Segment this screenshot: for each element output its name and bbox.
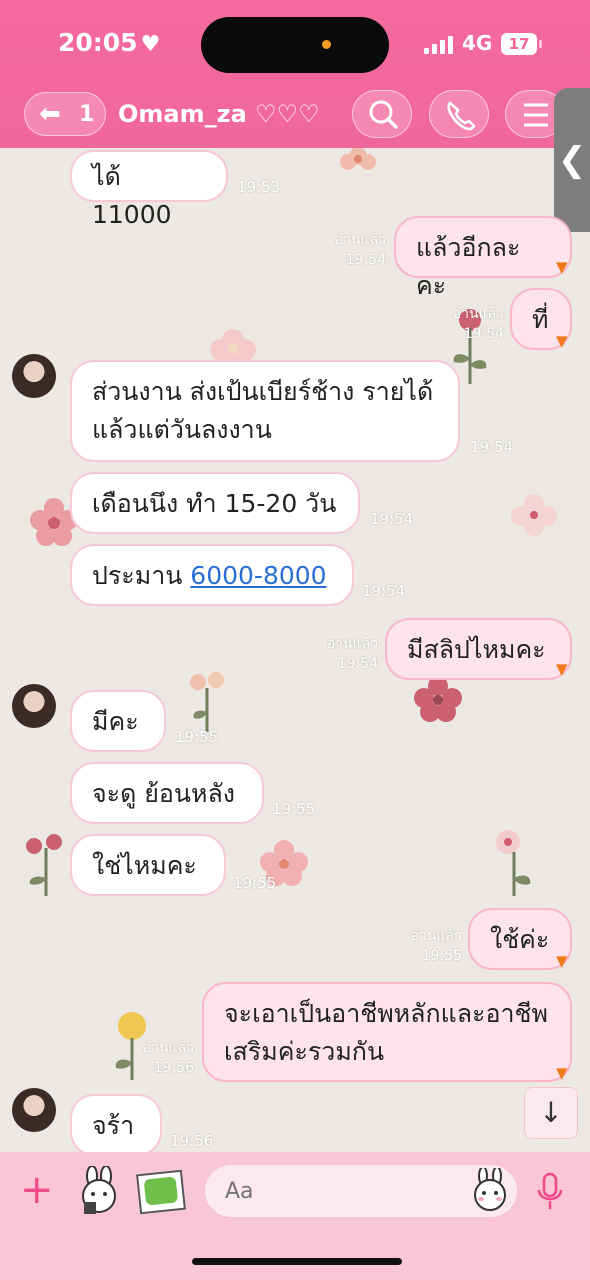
recording-dot-icon (322, 40, 331, 49)
message-bubble-incoming[interactable]: ใช่ไหมคะ (70, 834, 226, 896)
message-bubble-incoming[interactable]: จะดู ย้อนหลัง (70, 762, 264, 824)
carrot-icon: ▼ (556, 1064, 568, 1082)
flower-decoration-icon (340, 148, 376, 170)
message-text-line: จะเอาเป็นอาชีพหลักและอาชีพ (224, 999, 548, 1028)
read-receipt: อ่านแล้ว 19:56 (124, 1038, 194, 1078)
back-button[interactable]: ⬅ 1 (24, 92, 106, 136)
call-button[interactable] (429, 90, 489, 138)
battery-icon: 17 (501, 33, 542, 55)
phone-icon (447, 101, 476, 131)
message-bubble-incoming[interactable]: เดือนนึง ทำ 15-20 วัน (70, 472, 360, 534)
flower-decoration-icon (496, 830, 531, 896)
message-text-line: เสริมค่ะรวมกัน (224, 1037, 385, 1066)
message-text-line: แล้วแต่วันลงงาน (92, 415, 272, 444)
read-receipt-text: อ่านแล้ว (326, 636, 378, 652)
dynamic-island (201, 17, 389, 73)
avatar[interactable] (12, 684, 56, 728)
signal-icon (424, 36, 456, 54)
message-bubble-incoming[interactable]: มีคะ (70, 690, 166, 752)
message-bubble-outgoing[interactable]: มีสลิปไหมคะ (385, 618, 572, 680)
read-receipt-text: อ่านแล้ว (142, 1040, 194, 1056)
back-arrow-icon: ⬅ (39, 99, 61, 129)
flower-decoration-icon (414, 676, 462, 722)
arrow-down-icon: ↓ (539, 1096, 563, 1129)
home-indicator (192, 1258, 402, 1265)
read-receipt: อ่านแล้ว 19:54 (432, 304, 504, 344)
message-time: 19:55 (233, 874, 277, 892)
message-time: 19:54 (345, 252, 386, 268)
emoji-icon[interactable] (468, 1168, 512, 1212)
plus-button[interactable]: + (20, 1168, 54, 1212)
phone-number-link[interactable]: 6000-8000 (190, 561, 326, 590)
flower-decoration-icon (190, 672, 224, 732)
scroll-down-button[interactable]: ↓ (524, 1087, 578, 1139)
message-time: 19:54 (370, 510, 414, 528)
avatar[interactable] (12, 1088, 56, 1132)
carrot-icon: ▼ (556, 660, 568, 678)
avatar[interactable] (12, 354, 56, 398)
message-time: 19:55 (421, 948, 462, 964)
network-type: 4G (462, 31, 493, 55)
message-text-line: ส่วนงาน ส่งเป้นเบียร์ช้าง รายได้ (92, 377, 434, 406)
unread-count: 1 (79, 102, 95, 127)
read-receipt: อ่านแล้ว 19:54 (316, 230, 386, 270)
read-receipt-text: อ่านแล้ว (452, 306, 504, 322)
photo-icon[interactable] (136, 1169, 186, 1215)
carrot-icon: ▼ (556, 332, 568, 350)
read-receipt: อ่านแล้ว 19:55 (390, 926, 462, 966)
message-time: 19:56 (170, 1132, 214, 1150)
search-icon (369, 100, 398, 129)
message-bubble-incoming[interactable]: ได้ 11000 (70, 150, 228, 229)
search-button[interactable] (352, 90, 412, 138)
read-receipt: อ่านแล้ว 19:54 (306, 634, 378, 674)
message-text: ประมาน (92, 561, 183, 590)
chat-header: 20:05 ♥ 4G 17 ⬅ 1 Omam_za ♡♡♡ (0, 0, 590, 148)
status-bar: 20:05 ♥ 4G 17 (0, 0, 590, 88)
carrot-icon: ▼ (556, 952, 568, 970)
message-time: 19:54 (362, 582, 406, 600)
flower-decoration-icon (26, 834, 62, 896)
message-bubble-incoming[interactable]: ส่วนงาน ส่งเป้นเบียร์ช้าง รายได้ แล้วแต่… (70, 360, 460, 462)
message-time: 19:54 (337, 656, 378, 672)
chat-title[interactable]: Omam_za ♡♡♡ (118, 100, 320, 128)
microphone-icon[interactable] (534, 1172, 566, 1212)
status-time-text: 20:05 (58, 28, 138, 57)
message-bubble-outgoing[interactable]: แล้วอีกละคะ (394, 216, 572, 300)
heart-icon: ♥ (140, 32, 161, 57)
message-bubble-incoming[interactable]: ประมาน 6000-8000 (70, 544, 354, 606)
chat-area[interactable]: ได้ 11000 19:53 อ่านแล้ว 19:54 แล้วอีกละค… (0, 148, 590, 1152)
flower-decoration-icon (511, 494, 557, 536)
message-time: 19:56 (153, 1060, 194, 1076)
sticker-icon[interactable] (76, 1166, 122, 1216)
message-time: 19:55 (272, 800, 316, 818)
message-time: 19:53 (237, 178, 281, 196)
plus-icon: + (20, 1167, 54, 1213)
message-bubble-outgoing[interactable]: จะเอาเป็นอาชีพหลักและอาชีพ เสริมค่ะรวมกั… (202, 982, 572, 1082)
message-bubble-incoming[interactable]: จร้า (70, 1094, 162, 1152)
read-receipt-text: อ่านแล้ว (410, 928, 462, 944)
carrot-icon: ▼ (556, 258, 568, 276)
status-time: 20:05 ♥ (58, 28, 160, 57)
read-receipt-text: อ่านแล้ว (334, 232, 386, 248)
message-time: 19:54 (463, 326, 504, 342)
message-time: 19:54 (470, 438, 514, 456)
message-time: 19:55 (175, 728, 219, 746)
